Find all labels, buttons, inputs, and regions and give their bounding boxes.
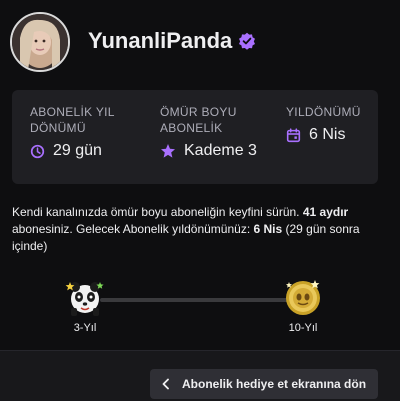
username[interactable]: YunanliPanda	[88, 28, 232, 54]
star-icon	[161, 144, 175, 158]
footer-bar: Abonelik hediye et ekranına dön	[0, 350, 400, 401]
stat-value: 29 gün	[53, 142, 102, 159]
subscription-description: Kendi kanalınızda ömür boyu aboneliğin k…	[12, 204, 382, 255]
stat-value: 6 Nis	[309, 126, 346, 143]
subscription-stats-card: ABONELİK YIL DÖNÜMÜ 29 gün ÖMÜR BOYU ABO…	[12, 90, 378, 184]
gold-coin-badge-icon	[286, 280, 320, 315]
timeline-track	[100, 298, 298, 302]
clock-icon	[30, 144, 45, 158]
panda-badge-icon	[65, 282, 104, 316]
chevron-left-icon	[162, 378, 169, 390]
stat-value-row: 29 gün	[30, 142, 150, 160]
back-button-label: Abonelik hediye et ekranına dön	[182, 377, 367, 391]
stat-lifetime-tier: ÖMÜR BOYU ABONELİK Kademe 3	[160, 104, 280, 160]
stat-value: Kademe 3	[184, 142, 257, 159]
calendar-icon	[286, 127, 301, 142]
back-to-gift-sub-button[interactable]: Abonelik hediye et ekranına dön	[150, 369, 378, 399]
verified-badge-icon	[239, 32, 255, 50]
stat-anniversary-countdown: ABONELİK YIL DÖNÜMÜ 29 gün	[30, 104, 150, 160]
stat-label: ABONELİK YIL DÖNÜMÜ	[30, 105, 115, 135]
stat-anniversary-date: YILDÖNÜMÜ 6 Nis	[286, 104, 376, 144]
profile-header: YunanliPanda	[10, 12, 390, 74]
stat-value-row: Kademe 3	[160, 142, 280, 160]
milestone-label: 10-Yıl	[288, 322, 318, 334]
stat-label: ÖMÜR BOYU ABONELİK	[160, 105, 237, 135]
avatar[interactable]	[10, 12, 70, 72]
description-date: 6 Nis	[253, 222, 283, 236]
description-text: Kendi kanalınızda ömür boyu aboneliğin k…	[12, 205, 303, 219]
description-text: abonesiniz. Gelecek Abonelik yıldönümünü…	[12, 222, 254, 236]
stat-label: YILDÖNÜMÜ	[286, 105, 361, 119]
milestone-timeline: 3-Yıl 10-Yıl	[0, 276, 400, 338]
stat-value-row: 6 Nis	[286, 126, 376, 144]
milestone-label: 3-Yıl	[73, 322, 97, 334]
avatar-image	[12, 14, 68, 70]
description-months: 41 aydır	[302, 205, 349, 219]
